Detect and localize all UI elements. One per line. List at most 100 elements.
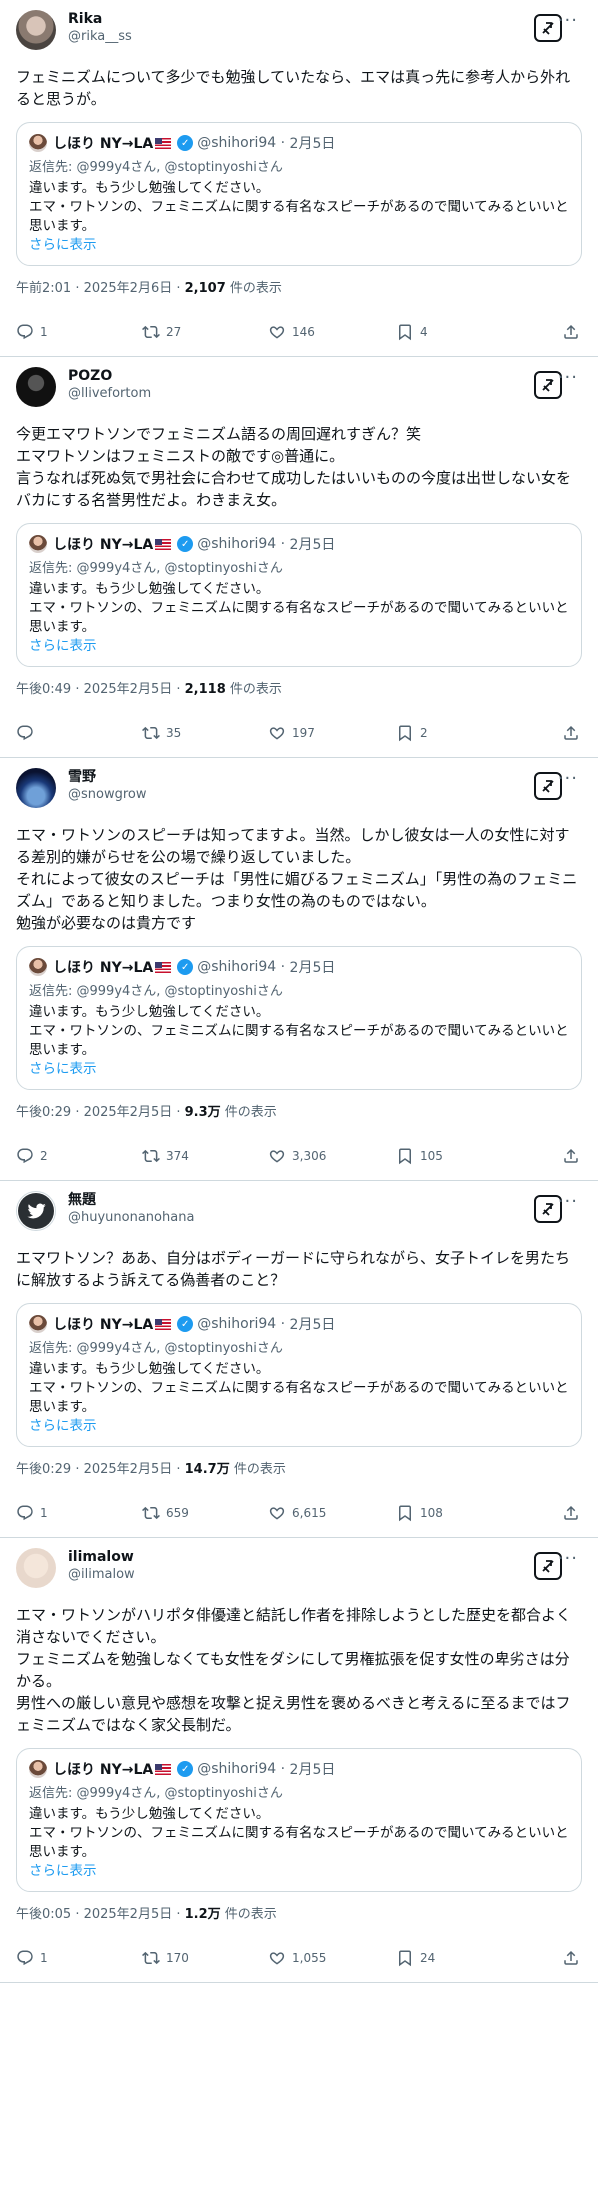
- more-options-icon[interactable]: ···: [558, 770, 578, 788]
- author-handle[interactable]: @llivefortom: [68, 385, 534, 403]
- share-icon: [562, 1949, 580, 1967]
- avatar[interactable]: [16, 768, 56, 808]
- timestamp[interactable]: 午後0:05 · 2025年2月5日 ·: [16, 1907, 185, 1922]
- quoted-date: 2月5日: [289, 960, 336, 976]
- retweet-icon: [142, 323, 160, 341]
- like-count: 1,055: [292, 1951, 327, 1965]
- reply-to: 返信先: @999y4さん, @stoptinyoshiさん: [29, 561, 283, 576]
- share-icon: [562, 1504, 580, 1522]
- quoted-tweet[interactable]: しほり NY→LA ✓ @shihori94 · 2月5日 返信先: @999y…: [16, 1303, 582, 1447]
- reply-button[interactable]: [16, 724, 142, 742]
- view-count: 2,118: [184, 682, 226, 697]
- more-options-icon[interactable]: ···: [558, 12, 578, 30]
- quoted-author-handle: @shihori94: [197, 1761, 277, 1777]
- timestamp[interactable]: 午前2:01 · 2025年2月6日 ·: [16, 281, 185, 296]
- timestamp[interactable]: 午後0:49 · 2025年2月5日 ·: [16, 682, 185, 697]
- reply-to: 返信先: @999y4さん, @stoptinyoshiさん: [29, 1341, 283, 1356]
- reply-button[interactable]: 1: [16, 323, 142, 341]
- author-name[interactable]: Rika: [68, 10, 534, 28]
- quoted-author-name: しほり NY→LA: [53, 1317, 154, 1333]
- share-button[interactable]: [562, 323, 580, 341]
- retweet-button[interactable]: 35: [142, 724, 268, 742]
- verified-badge-icon: ✓: [177, 536, 194, 552]
- view-count: 2,107: [184, 281, 226, 296]
- avatar[interactable]: [16, 367, 56, 407]
- reply-button[interactable]: 1: [16, 1949, 142, 1967]
- author-handle[interactable]: @ilimalow: [68, 1566, 534, 1584]
- quoted-tweet[interactable]: しほり NY→LA ✓ @shihori94 · 2月5日 返信先: @999y…: [16, 523, 582, 667]
- reply-button[interactable]: 2: [16, 1147, 142, 1165]
- share-icon: [562, 724, 580, 742]
- quoted-avatar: [29, 535, 47, 553]
- like-button[interactable]: 197: [268, 724, 396, 742]
- tweet-text: エマワトソン？ああ、自分はボディーガードに守られながら、女子トイレを男たちに解放…: [16, 1249, 570, 1289]
- retweet-count: 374: [166, 1149, 189, 1163]
- verified-badge-icon: ✓: [177, 1316, 194, 1332]
- like-button[interactable]: 6,615: [268, 1504, 396, 1522]
- avatar[interactable]: [16, 1548, 56, 1588]
- like-button[interactable]: 146: [268, 323, 396, 341]
- timestamp[interactable]: 午後0:29 · 2025年2月5日 ·: [16, 1105, 185, 1120]
- tweet[interactable]: 無題 @huyunonanohana ··· エマワトソン？ああ、自分はボディー…: [0, 1181, 598, 1538]
- avatar[interactable]: [16, 10, 56, 50]
- show-more-link[interactable]: さらに表示: [29, 1060, 569, 1079]
- view-count: 1.2万: [184, 1907, 221, 1922]
- bookmark-button[interactable]: 105: [396, 1147, 522, 1165]
- timestamp[interactable]: 午後0:29 · 2025年2月5日 ·: [16, 1462, 185, 1477]
- tweet[interactable]: 雪野 @snowgrow ··· エマ・ワトソンのスピーチは知ってますよ。当然。…: [0, 758, 598, 1181]
- tweet[interactable]: ilimalow @ilimalow ··· エマ・ワトソンがハリポタ俳優達と結…: [0, 1538, 598, 1983]
- quoted-author-handle: @shihori94: [197, 1316, 277, 1332]
- show-more-link[interactable]: さらに表示: [29, 637, 569, 656]
- retweet-button[interactable]: 659: [142, 1504, 268, 1522]
- more-options-icon[interactable]: ···: [558, 1193, 578, 1211]
- more-options-icon[interactable]: ···: [558, 1550, 578, 1568]
- quoted-avatar: [29, 134, 47, 152]
- verified-badge-icon: ✓: [177, 959, 194, 975]
- reply-button[interactable]: 1: [16, 1504, 142, 1522]
- tweet[interactable]: Rika @rika__ss ··· フェミニズムについて多少でも勉強していたな…: [0, 0, 598, 357]
- us-flag-icon: [155, 538, 172, 550]
- bookmark-button[interactable]: 2: [396, 724, 522, 742]
- retweet-button[interactable]: 374: [142, 1147, 268, 1165]
- more-options-icon[interactable]: ···: [558, 369, 578, 387]
- tweet-meta: 午後0:49 · 2025年2月5日 · 2,118 件の表示: [16, 681, 582, 699]
- show-more-link[interactable]: さらに表示: [29, 236, 569, 255]
- tweet[interactable]: POZO @llivefortom ··· 今更エマワトソンでフェミニズム語るの…: [0, 357, 598, 758]
- bookmark-button[interactable]: 4: [396, 323, 522, 341]
- author-name[interactable]: POZO: [68, 367, 534, 385]
- like-button[interactable]: 1,055: [268, 1949, 396, 1967]
- reply-count: 2: [40, 1149, 48, 1163]
- like-icon: [268, 1504, 286, 1522]
- bookmark-count: 108: [420, 1506, 443, 1520]
- retweet-button[interactable]: 170: [142, 1949, 268, 1967]
- retweet-button[interactable]: 27: [142, 323, 268, 341]
- quoted-author-name: しほり NY→LA: [53, 537, 154, 553]
- separator: ·: [276, 135, 290, 151]
- quoted-tweet[interactable]: しほり NY→LA ✓ @shihori94 · 2月5日 返信先: @999y…: [16, 946, 582, 1090]
- quoted-avatar: [29, 1760, 47, 1778]
- us-flag-icon: [155, 137, 172, 149]
- share-button[interactable]: [562, 1949, 580, 1967]
- quoted-tweet[interactable]: しほり NY→LA ✓ @shihori94 · 2月5日 返信先: @999y…: [16, 122, 582, 266]
- author-name[interactable]: ilimalow: [68, 1548, 534, 1566]
- separator: ·: [276, 536, 290, 552]
- avatar[interactable]: [16, 1191, 56, 1231]
- views-label: 件の表示: [229, 682, 282, 697]
- share-button[interactable]: [562, 1504, 580, 1522]
- author-handle[interactable]: @rika__ss: [68, 28, 534, 46]
- share-button[interactable]: [562, 724, 580, 742]
- bookmark-button[interactable]: 108: [396, 1504, 522, 1522]
- quoted-author-handle: @shihori94: [197, 135, 277, 151]
- bookmark-button[interactable]: 24: [396, 1949, 522, 1967]
- author-handle[interactable]: @huyunonanohana: [68, 1209, 534, 1227]
- show-more-link[interactable]: さらに表示: [29, 1862, 569, 1881]
- quoted-tweet[interactable]: しほり NY→LA ✓ @shihori94 · 2月5日 返信先: @999y…: [16, 1748, 582, 1892]
- share-button[interactable]: [562, 1147, 580, 1165]
- view-count: 9.3万: [184, 1105, 221, 1120]
- reply-icon: [16, 323, 34, 341]
- author-name[interactable]: 雪野: [68, 768, 534, 786]
- show-more-link[interactable]: さらに表示: [29, 1417, 569, 1436]
- like-button[interactable]: 3,306: [268, 1147, 396, 1165]
- author-handle[interactable]: @snowgrow: [68, 786, 534, 804]
- author-name[interactable]: 無題: [68, 1191, 534, 1209]
